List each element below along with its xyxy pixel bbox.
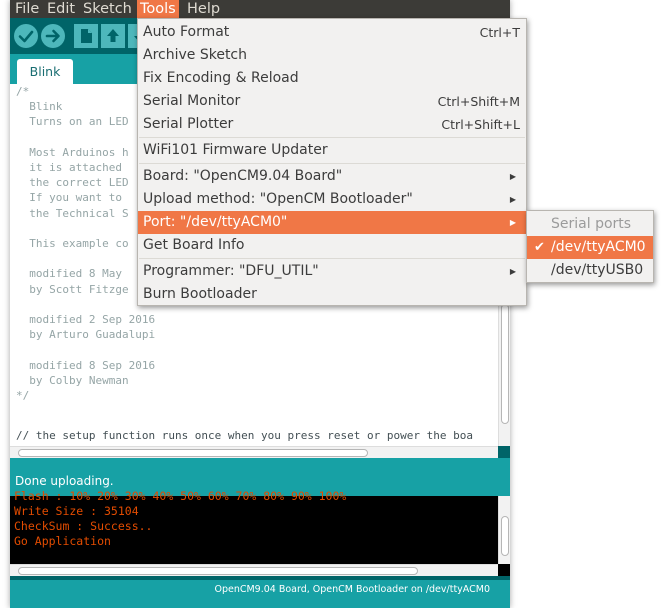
menu-item-label: Get Board Info [143, 237, 245, 253]
submenu-arrow-icon: ▶ [509, 267, 516, 276]
console-horizontal-scroll-thumb[interactable] [18, 567, 418, 575]
submenu-arrow-icon: ▶ [509, 218, 516, 227]
new-icon [81, 29, 92, 43]
code-line: the Technical S [16, 206, 129, 220]
tab-blink[interactable]: Blink [17, 59, 73, 84]
code-line: by Arturo Guadalupi [16, 328, 156, 342]
code-line: modified 8 May [16, 267, 122, 281]
tools-menu: Auto Format Ctrl+T Archive Sketch Fix En… [137, 18, 527, 306]
port-item-ttyusb0[interactable]: /dev/ttyUSB0 [527, 259, 653, 282]
menubar: File Edit Sketch Tools Help [10, 0, 510, 18]
code-line: Turns on an LED [16, 115, 129, 129]
port-item-ttyacm0[interactable]: ✔ /dev/ttyACM0 [527, 236, 653, 259]
menu-item-label: Burn Bootloader [143, 286, 257, 302]
menu-item-port[interactable]: Port: "/dev/ttyACM0" ▶ [138, 211, 526, 234]
code-line: the correct LED [16, 176, 129, 190]
open-icon [107, 29, 119, 42]
code-line: by Scott Fitzge [16, 282, 129, 296]
console-vertical-scroll-thumb[interactable] [501, 516, 509, 556]
menu-item-board[interactable]: Board: "OpenCM9.04 Board" ▶ [138, 165, 526, 188]
code-line: */ [16, 389, 30, 403]
console-line: Go Application [14, 534, 111, 548]
menu-item-serial-plotter[interactable]: Serial Plotter Ctrl+Shift+L [138, 113, 526, 136]
code-line: /* [16, 85, 30, 98]
menu-separator [139, 258, 525, 259]
port-item-label: /dev/ttyACM0 [551, 239, 646, 255]
menu-item-label: Auto Format [143, 24, 230, 40]
console-line: Flash : 10% 20% 30% 40% 50% 60% 70% 80% … [14, 489, 347, 503]
menu-item-upload-method[interactable]: Upload method: "OpenCM Bootloader" ▶ [138, 188, 526, 211]
menu-item-label: Board: "OpenCM9.04 Board" [143, 168, 343, 184]
menu-item-shortcut: Ctrl+Shift+M [437, 94, 520, 109]
menu-item-archive-sketch[interactable]: Archive Sketch [138, 44, 526, 67]
submenu-header-serial-ports: Serial ports [527, 213, 653, 236]
console-horizontal-scrollbar[interactable] [10, 564, 498, 576]
code-setup-line: // the setup function runs once when you… [16, 429, 473, 442]
menu-item-burn-bootloader[interactable]: Burn Bootloader [138, 283, 526, 306]
menu-item-fix-encoding[interactable]: Fix Encoding & Reload [138, 67, 526, 90]
menu-item-label: Programmer: "DFU_UTIL" [143, 263, 319, 279]
open-sketch-button[interactable] [101, 24, 125, 48]
code-line: modified 8 Sep 2016 [16, 358, 156, 372]
menu-separator [139, 137, 525, 138]
console-vertical-scrollbar[interactable] [498, 496, 510, 564]
menu-file[interactable]: File [12, 0, 42, 18]
console-line: CheckSum : Success.. [14, 519, 153, 533]
editor-horizontal-scrollbar[interactable] [10, 446, 498, 458]
code-line: modified 2 Sep 2016 [16, 313, 156, 327]
menu-item-serial-monitor[interactable]: Serial Monitor Ctrl+Shift+M [138, 90, 526, 113]
code-line: This example co [16, 237, 129, 251]
menu-item-label: Serial Monitor [143, 93, 241, 109]
console-line: Write Size : 35104 [14, 504, 139, 518]
board-info-bar: OpenCM9.04 Board, OpenCM Bootloader on /… [10, 580, 510, 608]
menu-item-shortcut: Ctrl+T [479, 25, 520, 40]
menu-help[interactable]: Help [184, 0, 223, 18]
upload-icon [45, 29, 60, 43]
code-line: If you want to [16, 191, 122, 205]
port-submenu: Serial ports ✔ /dev/ttyACM0 /dev/ttyUSB0 [526, 210, 654, 283]
menu-item-wifi-updater[interactable]: WiFi101 Firmware Updater [138, 139, 526, 162]
code-line: Most Arduinos h [16, 145, 129, 159]
checkmark-icon: ✔ [534, 240, 545, 255]
menu-separator [139, 163, 525, 164]
new-sketch-button[interactable] [74, 24, 98, 48]
code-line: it is attached [16, 161, 122, 175]
submenu-header-label: Serial ports [551, 216, 632, 232]
menu-item-auto-format[interactable]: Auto Format Ctrl+T [138, 21, 526, 44]
submenu-arrow-icon: ▶ [509, 195, 516, 204]
submenu-arrow-icon: ▶ [509, 172, 516, 181]
menu-item-programmer[interactable]: Programmer: "DFU_UTIL" ▶ [138, 260, 526, 283]
menu-tools[interactable]: Tools [137, 0, 179, 18]
menu-item-label: Port: "/dev/ttyACM0" [143, 214, 288, 230]
menu-item-label: WiFi101 Firmware Updater [143, 142, 328, 158]
menu-item-label: Fix Encoding & Reload [143, 70, 299, 86]
code-comment-block: /* Blink Turns on an LED Most Arduinos h… [16, 84, 155, 403]
menu-edit[interactable]: Edit [44, 0, 78, 18]
editor-horizontal-scroll-thumb[interactable] [18, 449, 368, 457]
code-line: by Colby Newman [16, 373, 129, 387]
menu-item-label: Upload method: "OpenCM Bootloader" [143, 191, 413, 207]
verify-icon [18, 30, 34, 43]
upload-button[interactable] [41, 24, 65, 48]
menu-item-label: Serial Plotter [143, 116, 234, 132]
editor-vertical-scroll-thumb[interactable] [501, 304, 509, 424]
port-item-label: /dev/ttyUSB0 [551, 262, 644, 278]
verify-button[interactable] [14, 24, 38, 48]
menu-item-shortcut: Ctrl+Shift+L [441, 117, 520, 132]
menu-sketch[interactable]: Sketch [80, 0, 135, 18]
menu-item-label: Archive Sketch [143, 47, 248, 63]
code-line: Blink [16, 100, 63, 114]
menu-item-get-board-info[interactable]: Get Board Info [138, 234, 526, 257]
